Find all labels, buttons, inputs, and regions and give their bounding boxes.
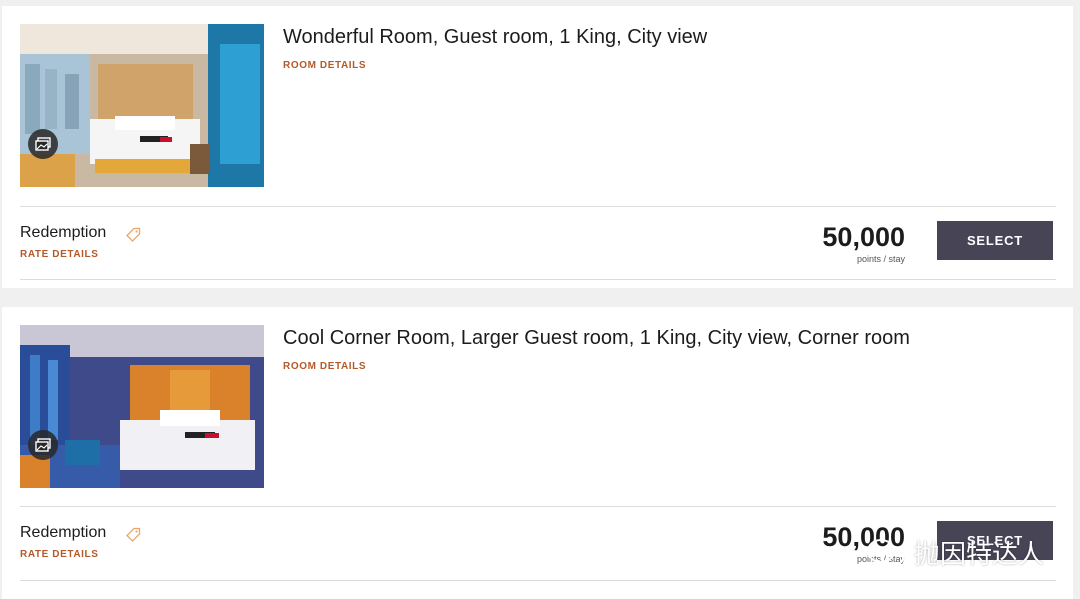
tag-icon[interactable] [125,227,141,243]
select-button[interactable]: SELECT [937,221,1053,260]
gallery-icon [35,438,51,452]
rate-name: Redemption [20,224,107,241]
room-title: Wonderful Room, Guest room, 1 King, City… [283,26,708,48]
divider [20,580,1056,581]
room-photo-image [20,24,264,187]
gallery-icon [35,137,51,151]
points-amount: 50,000 [822,222,905,252]
divider [20,206,1056,207]
rate-details-link[interactable]: RATE DETAILS [20,249,99,260]
gallery-button[interactable] [28,129,58,159]
tag-icon[interactable] [125,527,141,543]
room-photo-image [20,325,264,488]
room-photo[interactable] [20,24,264,187]
room-details-link[interactable]: ROOM DETAILS [283,60,366,71]
points-unit: points / stay [856,254,905,264]
room-details-link[interactable]: ROOM DETAILS [283,361,366,372]
watermark: 抛因特达人 [866,534,1044,571]
room-photo[interactable] [20,325,264,488]
room-card: Wonderful Room, Guest room, 1 King, City… [2,6,1073,288]
rate-details-link[interactable]: RATE DETAILS [20,549,99,560]
divider [20,506,1056,507]
wechat-icon [867,538,905,566]
gallery-button[interactable] [28,430,58,460]
rate-name: Redemption [20,524,107,541]
divider [20,279,1056,280]
room-title: Cool Corner Room, Larger Guest room, 1 K… [283,327,910,349]
watermark-text: 抛因特达人 [914,539,1045,569]
